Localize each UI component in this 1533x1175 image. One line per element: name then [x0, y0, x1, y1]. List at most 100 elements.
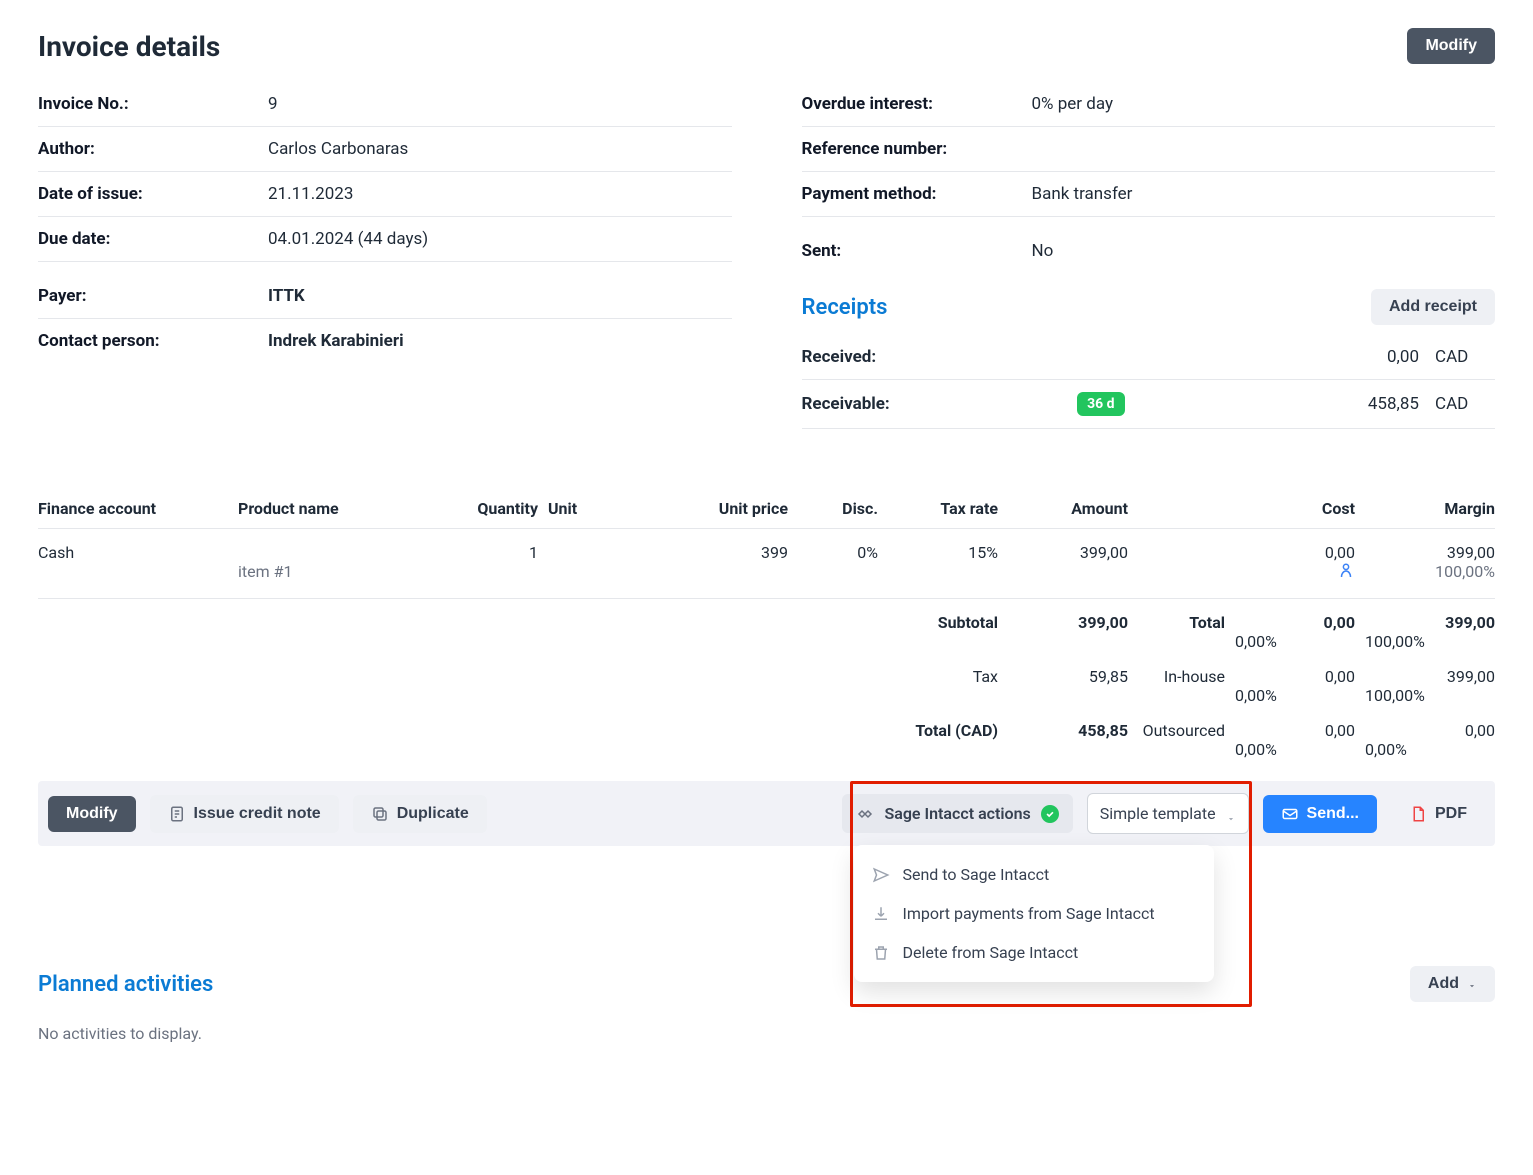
- row-contact: Contact person: Indrek Karabinieri: [38, 319, 732, 364]
- menu-send-to-sage-label: Send to Sage Intacct: [902, 865, 1049, 884]
- row-due-date: Due date: 04.01.2024 (44 days): [38, 217, 732, 262]
- value-received: 0,00: [1225, 335, 1435, 380]
- menu-import-payments[interactable]: Import payments from Sage Intacct: [854, 894, 1214, 933]
- duplicate-button[interactable]: Duplicate: [353, 795, 487, 833]
- send-icon: [872, 866, 890, 884]
- outsourced-margin-pct: 0,00%: [1365, 740, 1495, 759]
- row-payment-method: Payment method: Bank transfer: [802, 172, 1496, 217]
- label-contact: Contact person:: [38, 319, 268, 364]
- value-overdue: 0% per day: [1032, 82, 1496, 127]
- cell-disc: 0%: [798, 543, 878, 562]
- label-due-date: Due date:: [38, 217, 268, 262]
- menu-delete-from-sage[interactable]: Delete from Sage Intacct: [854, 933, 1214, 972]
- col-cost: Cost: [1235, 499, 1355, 518]
- modify-button[interactable]: Modify: [48, 796, 136, 832]
- person-icon[interactable]: [1235, 562, 1355, 584]
- template-select[interactable]: Simple template: [1087, 793, 1249, 834]
- value-due-date: 04.01.2024 (44 days): [268, 217, 732, 262]
- row-payer: Payer: ITTK: [38, 274, 732, 319]
- cell-margin: 399,00: [1365, 543, 1495, 562]
- ccy-received: CAD: [1435, 335, 1495, 380]
- grand-total-amount: 458,85: [1008, 721, 1128, 759]
- label-reference: Reference number:: [802, 127, 1032, 172]
- sage-intacct-actions-button[interactable]: Sage Intacct actions: [842, 794, 1072, 833]
- col-qty: Quantity: [448, 499, 538, 518]
- add-receipt-button[interactable]: Add receipt: [1371, 289, 1495, 325]
- cell-unit-price: 399: [638, 543, 788, 562]
- label-payment-method: Payment method:: [802, 172, 1032, 217]
- row-sent: Sent: No: [802, 229, 1496, 273]
- sage-actions-popover: Send to Sage Intacct Import payments fro…: [854, 845, 1214, 982]
- send-button[interactable]: Send...: [1263, 795, 1377, 833]
- row-received: Received: 0,00 CAD: [802, 335, 1496, 380]
- label-received: Received:: [802, 335, 1078, 380]
- inhouse-label: In-house: [1138, 667, 1225, 705]
- menu-send-to-sage[interactable]: Send to Sage Intacct: [854, 855, 1214, 894]
- cell-amount: 399,00: [1008, 543, 1128, 562]
- row-date-issue: Date of issue: 21.11.2023: [38, 172, 732, 217]
- pdf-button[interactable]: PDF: [1391, 795, 1485, 833]
- total-cost-pct: 0,00%: [1235, 632, 1355, 651]
- value-invoice-no: 9: [268, 82, 732, 127]
- chevron-down-icon: [1467, 979, 1477, 989]
- grand-total-label: Total (CAD): [888, 721, 998, 759]
- subtotal-amount: 399,00: [1008, 613, 1128, 651]
- sage-actions-label: Sage Intacct actions: [884, 804, 1030, 823]
- outsourced-cost-pct: 0,00%: [1235, 740, 1355, 759]
- label-date-issue: Date of issue:: [38, 172, 268, 217]
- modify-button-top[interactable]: Modify: [1407, 28, 1495, 64]
- download-icon: [872, 905, 890, 923]
- ccy-receivable: CAD: [1435, 380, 1495, 429]
- envelope-icon: [1281, 805, 1299, 823]
- menu-delete-from-sage-label: Delete from Sage Intacct: [902, 943, 1078, 962]
- col-disc: Disc.: [798, 499, 878, 518]
- col-tax: Tax rate: [888, 499, 998, 518]
- sage-icon: [856, 805, 874, 823]
- value-reference: [1032, 127, 1496, 172]
- send-label: Send...: [1307, 806, 1359, 822]
- value-author: Carlos Carbonaras: [268, 127, 732, 172]
- add-activity-button[interactable]: Add: [1410, 966, 1495, 1002]
- row-author: Author: Carlos Carbonaras: [38, 127, 732, 172]
- cell-margin-pct: 100,00%: [1365, 562, 1495, 584]
- cell-item-sub: item #1: [238, 562, 438, 584]
- label-sent: Sent:: [802, 229, 1032, 273]
- row-reference: Reference number:: [802, 127, 1496, 172]
- issue-credit-note-button[interactable]: Issue credit note: [150, 795, 339, 833]
- outsourced-cost: 0,00: [1235, 721, 1355, 740]
- planned-empty-state: No activities to display.: [38, 1024, 1495, 1043]
- outsourced-margin: 0,00: [1365, 721, 1495, 740]
- label-payer: Payer:: [38, 274, 268, 319]
- tax-amount: 59,85: [1008, 667, 1128, 705]
- col-unit: Unit: [548, 499, 628, 518]
- col-unit-price: Unit price: [638, 499, 788, 518]
- label-receivable: Receivable:: [802, 380, 1078, 429]
- label-overdue: Overdue interest:: [802, 82, 1032, 127]
- items-header: Finance account Product name Quantity Un…: [38, 489, 1495, 529]
- value-contact[interactable]: Indrek Karabinieri: [268, 319, 732, 364]
- value-payment-method: Bank transfer: [1032, 172, 1496, 217]
- cell-cost: 0,00: [1235, 543, 1355, 562]
- cell-tax: 15%: [888, 543, 998, 562]
- value-payer[interactable]: ITTK: [268, 274, 732, 319]
- row-invoice-no: Invoice No.: 9: [38, 82, 732, 127]
- col-margin: Margin: [1365, 499, 1495, 518]
- duplicate-icon: [371, 805, 389, 823]
- page-title: Invoice details: [38, 30, 220, 63]
- template-select-label: Simple template: [1100, 804, 1216, 823]
- cell-finance: Cash: [38, 543, 228, 562]
- pdf-icon: [1409, 805, 1427, 823]
- outsourced-label: Outsourced: [1138, 721, 1225, 759]
- items-subrow: item #1 100,00%: [38, 562, 1495, 599]
- status-ok-icon: [1041, 805, 1059, 823]
- total-label: Total: [1138, 613, 1225, 651]
- total-margin-pct: 100,00%: [1365, 632, 1495, 651]
- cell-qty: 1: [448, 543, 538, 562]
- inhouse-margin-pct: 100,00%: [1365, 686, 1495, 705]
- total-cost: 0,00: [1235, 613, 1355, 632]
- value-receivable: 458,85: [1225, 380, 1435, 429]
- planned-activities-heading: Planned activities: [38, 972, 213, 997]
- issue-credit-note-label: Issue credit note: [194, 806, 321, 822]
- label-invoice-no: Invoice No.:: [38, 82, 268, 127]
- label-author: Author:: [38, 127, 268, 172]
